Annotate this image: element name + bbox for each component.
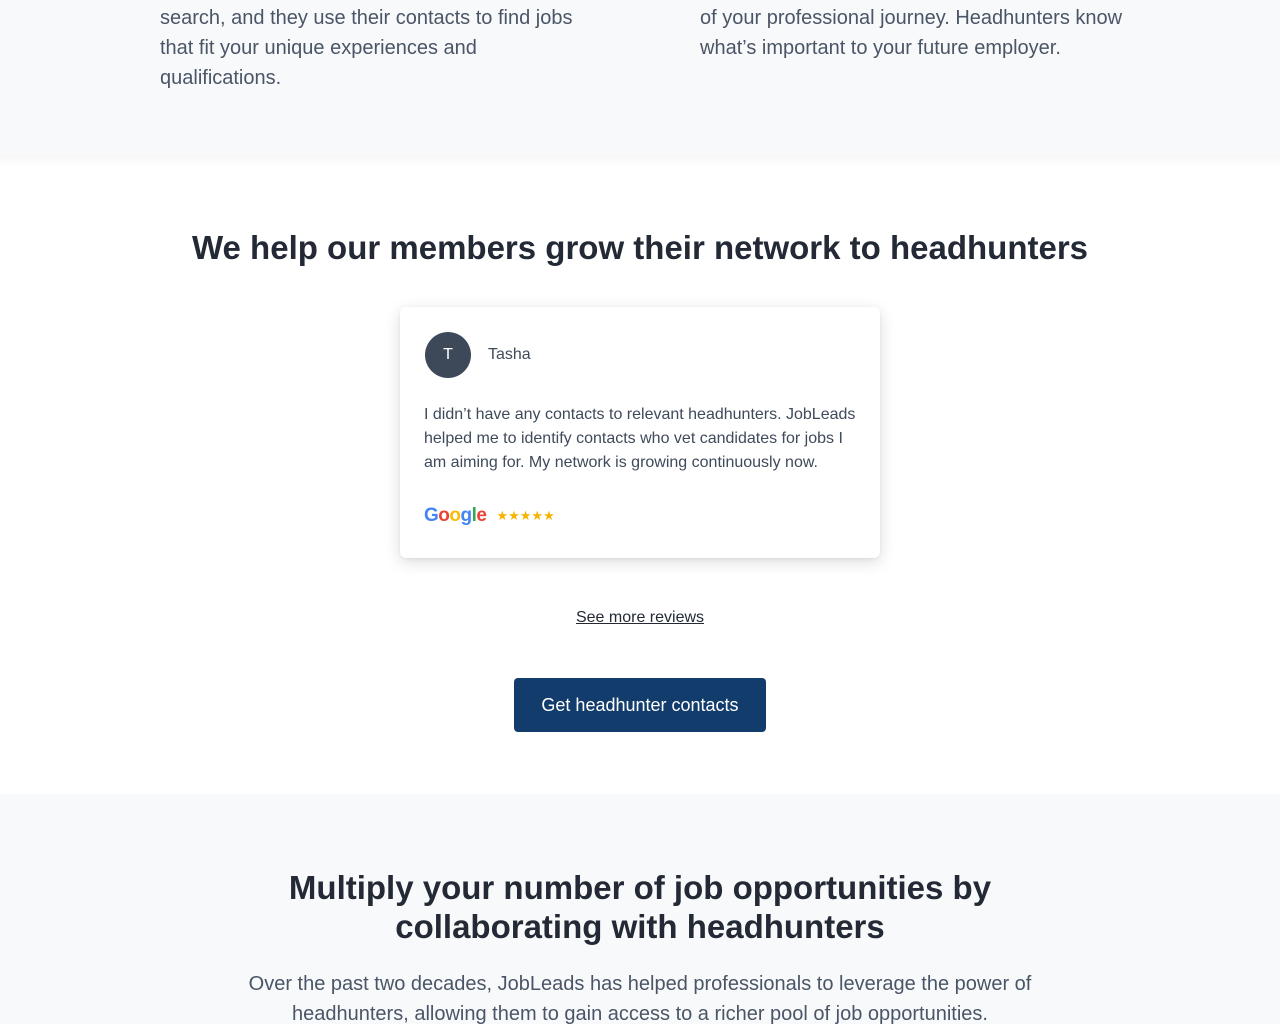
avatar: T	[425, 332, 471, 378]
five-star-rating-icon: ★★★★★	[496, 508, 555, 523]
info-text-left: search, and they use their contacts to f…	[160, 7, 573, 89]
reviews-section: We help our members grow their network t…	[0, 155, 1280, 794]
info-section: search, and they use their contacts to f…	[0, 0, 1280, 155]
see-more-reviews-link[interactable]: See more reviews	[576, 609, 704, 626]
reviews-heading: We help our members grow their network t…	[191, 229, 1089, 266]
google-logo-icon: Google	[424, 505, 487, 527]
google-logo-letter: G	[424, 505, 439, 526]
review-card: T Tasha I didn’t have any contacts to re…	[400, 307, 880, 558]
rating-row: Google ★★★★★	[424, 505, 555, 527]
opportunities-text: Over the past two decades, JobLeads has …	[248, 973, 1032, 1024]
info-column-left: search, and they use their contacts to f…	[160, 3, 600, 93]
see-more-reviews-container: See more reviews	[0, 607, 1280, 629]
reviewer-name: Tasha	[488, 346, 531, 363]
opportunities-section: Multiply your number of job opportunitie…	[0, 794, 1280, 1024]
opportunities-heading: Multiply your number of job opportunitie…	[288, 869, 992, 945]
google-logo-letter: o	[438, 505, 450, 526]
google-logo-letter: g	[460, 505, 473, 526]
google-logo-letter: e	[476, 505, 487, 526]
google-logo-letter: o	[449, 505, 461, 526]
info-text-right: of your professional journey. Headhunter…	[700, 7, 1123, 59]
get-headhunter-contacts-button[interactable]: Get headhunter contacts	[514, 678, 766, 732]
review-text: I didn’t have any contacts to relevant h…	[424, 406, 856, 471]
info-column-right: of your professional journey. Headhunter…	[700, 3, 1140, 63]
